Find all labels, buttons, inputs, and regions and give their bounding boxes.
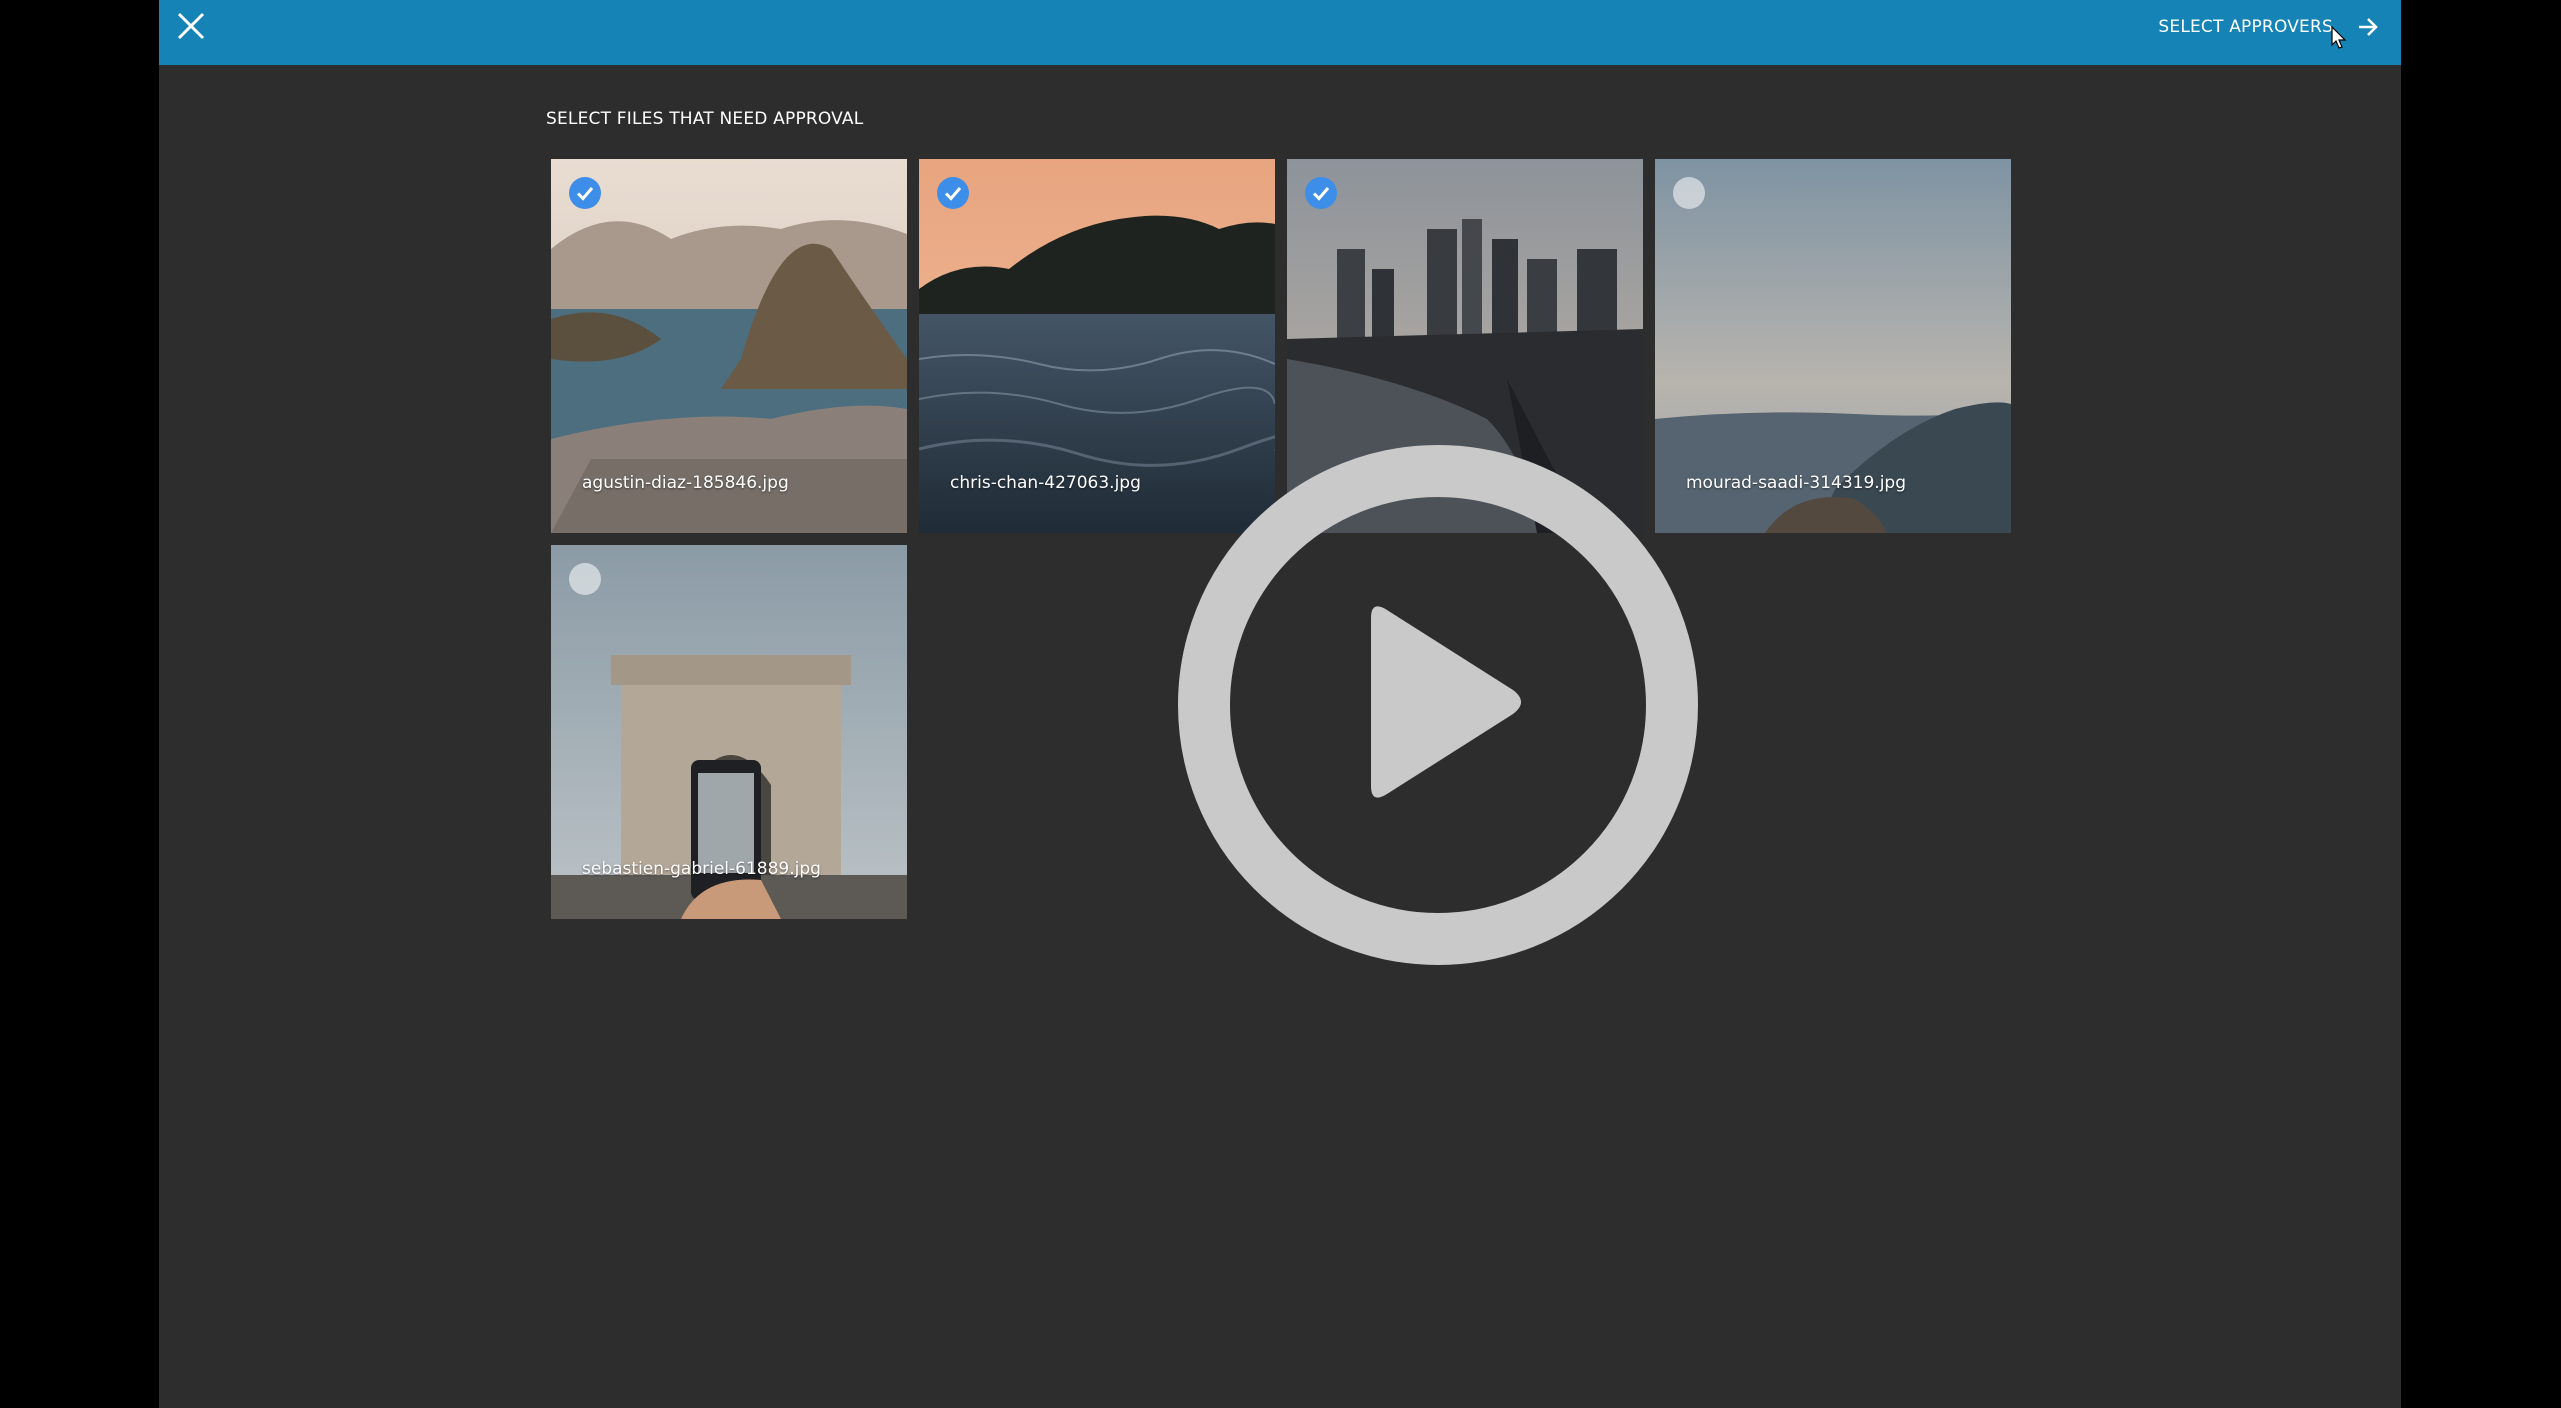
checkmark-icon	[944, 187, 962, 201]
selection-checkbox[interactable]	[937, 177, 969, 209]
close-icon	[177, 12, 205, 40]
file-name: agustin-diaz-185846.jpg	[582, 473, 789, 493]
file-tile[interactable]: mourad-saadi-314319.jpg	[1655, 159, 2011, 533]
selection-checkbox[interactable]	[569, 177, 601, 209]
file-name: sebastien-gabriel-61889.jpg	[582, 859, 821, 879]
file-name: chris-chan-427063.jpg	[950, 473, 1141, 493]
selection-checkbox[interactable]	[569, 563, 601, 595]
file-tile[interactable]: agustin-diaz-185846.jpg	[551, 159, 907, 533]
mouse-cursor-icon	[2331, 26, 2347, 49]
top-bar: SELECT APPROVERS	[159, 0, 2401, 65]
selection-checkbox[interactable]	[1673, 177, 1705, 209]
arrow-right-icon	[2359, 18, 2378, 36]
select-approvers-label: SELECT APPROVERS	[2158, 17, 2333, 37]
selection-checkbox[interactable]	[1305, 177, 1337, 209]
file-tile[interactable]: sebastien-gabriel-61889.jpg	[551, 545, 907, 919]
play-icon	[1178, 445, 1698, 965]
section-title: SELECT FILES THAT NEED APPROVAL	[546, 109, 864, 129]
video-play-overlay[interactable]	[1173, 440, 1703, 970]
close-button[interactable]	[173, 8, 209, 44]
file-name: mourad-saadi-314319.jpg	[1686, 473, 1907, 493]
checkmark-icon	[576, 187, 594, 201]
approval-dialog: SELECT APPROVERS SELECT FILES THAT NEED …	[159, 0, 2401, 1408]
checkmark-icon	[1312, 187, 1330, 201]
